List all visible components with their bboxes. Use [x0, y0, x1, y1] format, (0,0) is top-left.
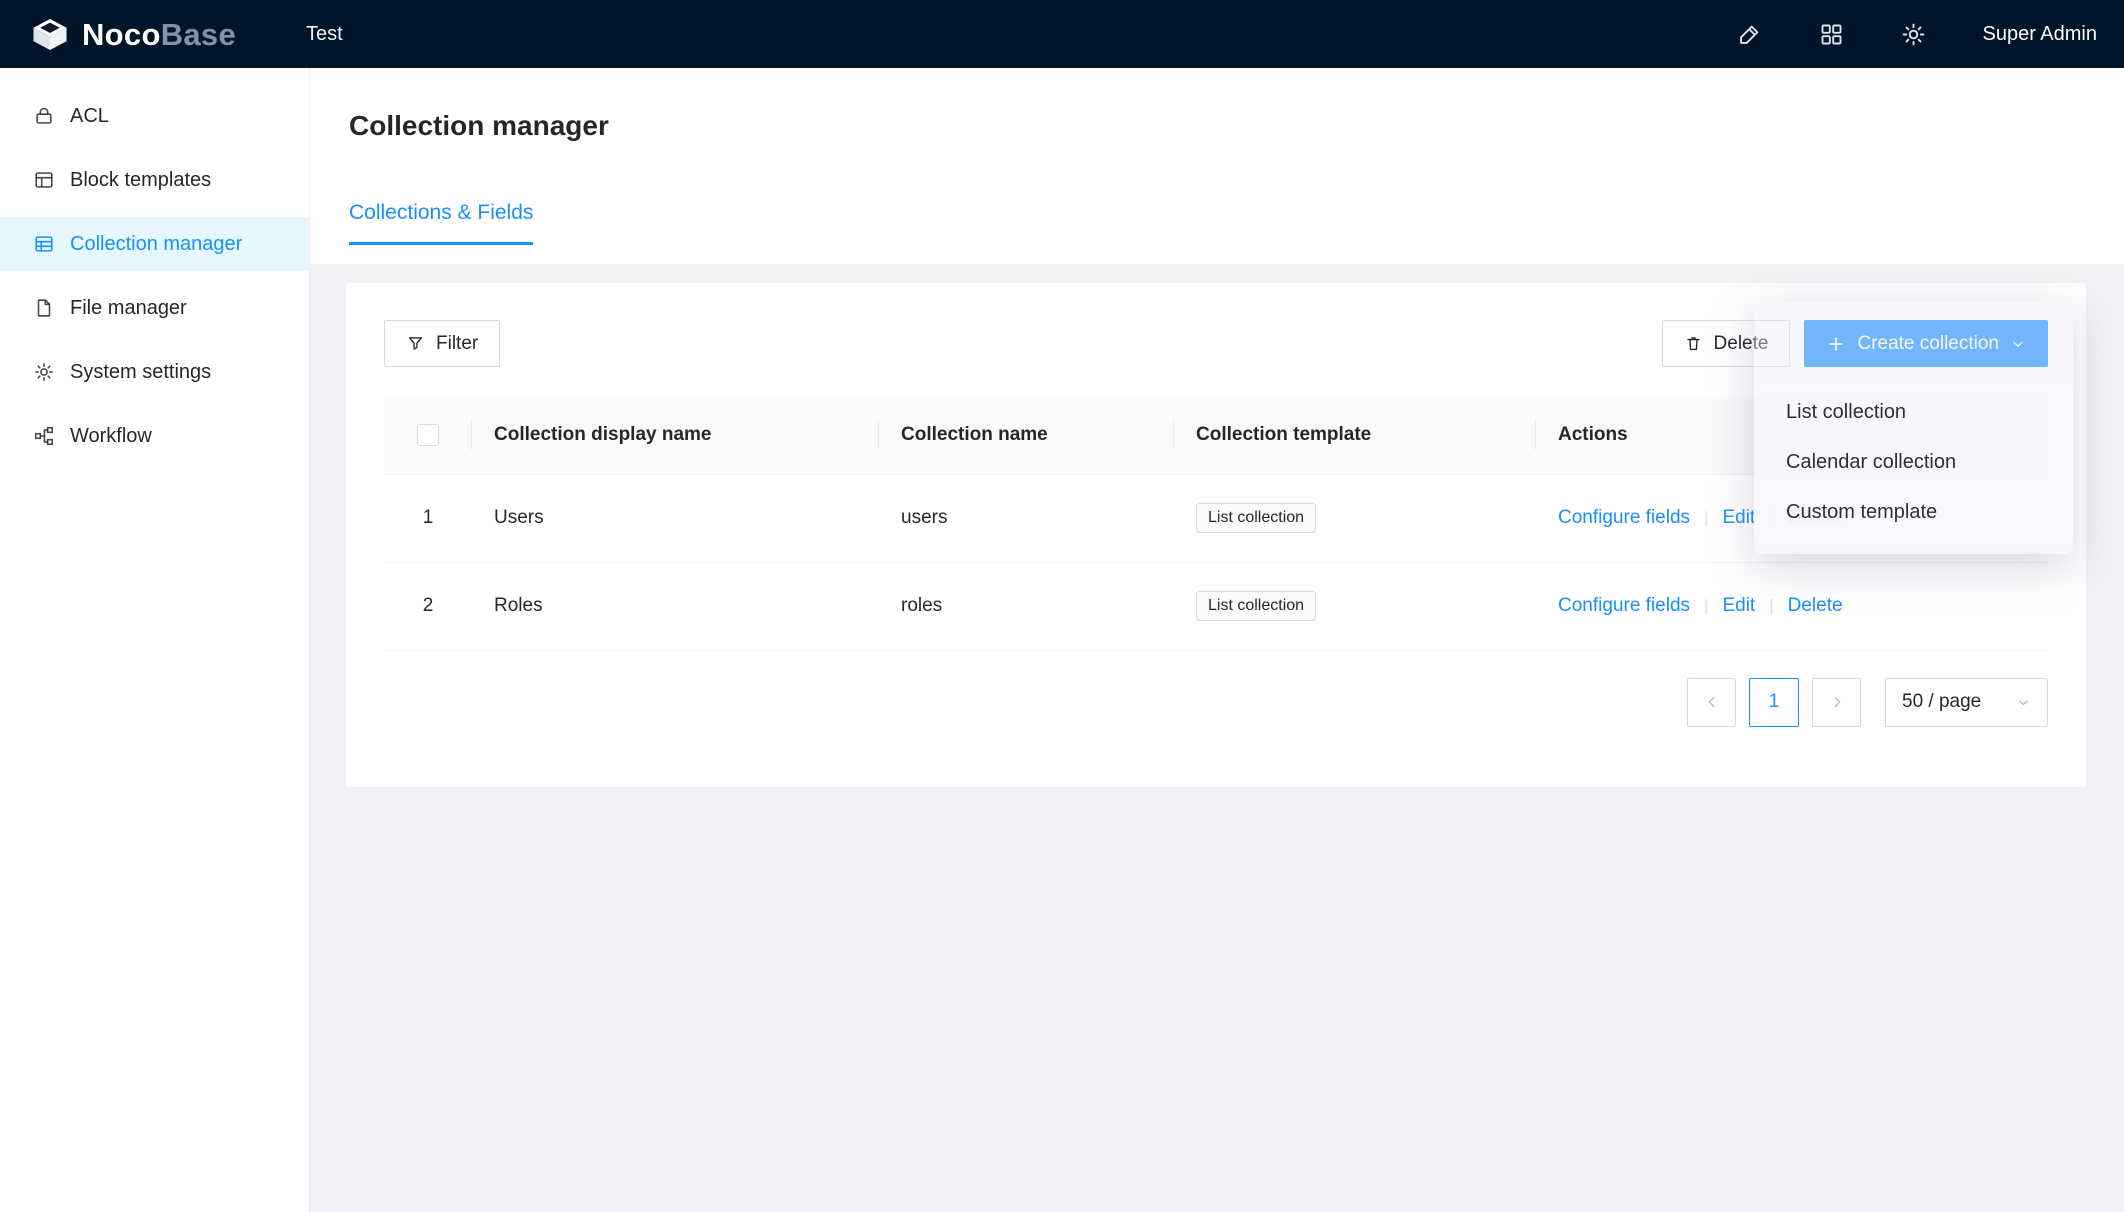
create-collection-dropdown: List collection Calendar collection Cust…	[1754, 301, 2073, 554]
navbar-right: Super Admin	[1736, 21, 2097, 48]
configure-fields-link[interactable]: Configure fields	[1558, 507, 1690, 528]
header-cell-collection-name: Collection name	[879, 397, 1174, 474]
sidebar-item-label: ACL	[70, 105, 109, 128]
current-user[interactable]: Super Admin	[1982, 23, 2097, 46]
edit-link[interactable]: Edit	[1722, 595, 1755, 616]
workflow-icon	[33, 425, 55, 447]
layout-icon	[33, 169, 55, 191]
sidebar-item-label: Collection manager	[70, 233, 242, 256]
menu-item-calendar-collection[interactable]: Calendar collection	[1754, 437, 2073, 487]
filter-funnel-icon	[406, 334, 425, 353]
main-area: Collection manager Collections & Fields …	[310, 68, 2124, 1212]
filter-button[interactable]: Filter	[384, 320, 500, 367]
pagination: 1 50 / page	[384, 678, 2048, 727]
tab-bar: Collections & Fields	[349, 199, 2085, 245]
page-size-select[interactable]: 50 / page	[1885, 678, 2048, 727]
brand-noco: Noco	[82, 17, 161, 52]
chevron-right-icon	[1829, 694, 1845, 710]
lock-icon	[33, 105, 55, 127]
collection-name-cell: roles	[879, 562, 1174, 650]
plugins-grid-icon[interactable]	[1818, 21, 1845, 48]
nocobase-logo[interactable]: NocoBase	[31, 18, 236, 51]
file-icon	[33, 297, 55, 319]
template-cell: List collection	[1174, 474, 1536, 562]
display-name-cell: Users	[472, 474, 879, 562]
table-icon	[33, 233, 55, 255]
pagination-prev-button[interactable]	[1687, 678, 1736, 727]
sidebar-item-label: Block templates	[70, 169, 211, 192]
gear-icon	[33, 361, 55, 383]
chevron-left-icon	[1704, 694, 1720, 710]
collection-name-value: roles	[901, 595, 942, 616]
menu-item-list-collection[interactable]: List collection	[1754, 387, 2073, 437]
display-name-value: Roles	[494, 595, 543, 616]
pagination-next-button[interactable]	[1812, 678, 1861, 727]
page-title: Collection manager	[349, 104, 2085, 148]
collection-name-value: users	[901, 507, 947, 528]
sidebar-item-system-settings[interactable]: System settings	[0, 345, 309, 399]
nav-item-test[interactable]: Test	[294, 23, 355, 46]
tab-collections-and-fields[interactable]: Collections & Fields	[349, 199, 533, 245]
menu-item-custom-template[interactable]: Custom template	[1754, 487, 2073, 537]
display-name-cell: Roles	[472, 562, 879, 650]
select-all-checkbox[interactable]	[417, 424, 439, 446]
collection-name-cell: users	[879, 474, 1174, 562]
sidebar-item-file-manager[interactable]: File manager	[0, 281, 309, 335]
trash-icon	[1684, 334, 1703, 353]
template-cell: List collection	[1174, 562, 1536, 650]
settings-gear-icon[interactable]	[1900, 21, 1927, 48]
sidebar-item-block-templates[interactable]: Block templates	[0, 153, 309, 207]
row-index: 1	[423, 507, 434, 528]
action-divider: |	[1769, 596, 1773, 615]
page-header: Collection manager Collections & Fields	[310, 68, 2124, 264]
cube-logo-icon	[31, 18, 69, 51]
sidebar-item-label: Workflow	[70, 425, 152, 448]
chevron-down-icon	[2016, 695, 2031, 710]
filter-button-label: Filter	[436, 333, 478, 355]
template-tag: List collection	[1196, 503, 1316, 533]
top-navbar: NocoBase Test Super Admin	[0, 0, 2124, 68]
edit-link[interactable]: Edit	[1722, 507, 1755, 528]
pagination-page-1[interactable]: 1	[1749, 678, 1799, 727]
sidebar-item-collection-manager[interactable]: Collection manager	[0, 217, 309, 271]
sidebar-item-acl[interactable]: ACL	[0, 89, 309, 143]
row-index-cell: 1	[384, 474, 472, 562]
delete-link[interactable]: Delete	[1788, 595, 1843, 616]
row-index: 2	[423, 595, 434, 616]
page-size-value: 50 / page	[1902, 691, 1981, 713]
display-name-value: Users	[494, 507, 544, 528]
navbar-menu: Test	[294, 23, 355, 46]
action-divider: |	[1704, 596, 1708, 615]
action-divider: |	[1704, 508, 1708, 527]
sidebar-item-workflow[interactable]: Workflow	[0, 409, 309, 463]
header-cell-select	[384, 397, 472, 474]
header-cell-template: Collection template	[1174, 397, 1536, 474]
brand-name: NocoBase	[82, 19, 236, 50]
settings-sidebar: ACL Block templates Collection manager	[0, 68, 310, 1212]
header-cell-display-name: Collection display name	[472, 397, 879, 474]
actions-cell: Configure fields | Edit | Delete	[1536, 562, 2048, 650]
ui-editor-pen-icon[interactable]	[1736, 21, 1763, 48]
app-body: ACL Block templates Collection manager	[0, 68, 2124, 1212]
create-collection-menu: List collection Calendar collection Cust…	[1754, 383, 2073, 546]
row-index-cell: 2	[384, 562, 472, 650]
template-tag: List collection	[1196, 591, 1316, 621]
configure-fields-link[interactable]: Configure fields	[1558, 595, 1690, 616]
brand-base: Base	[161, 17, 236, 52]
sidebar-item-label: File manager	[70, 297, 187, 320]
table-row: 2 Roles roles List collection	[384, 562, 2048, 650]
sidebar-item-label: System settings	[70, 361, 211, 384]
